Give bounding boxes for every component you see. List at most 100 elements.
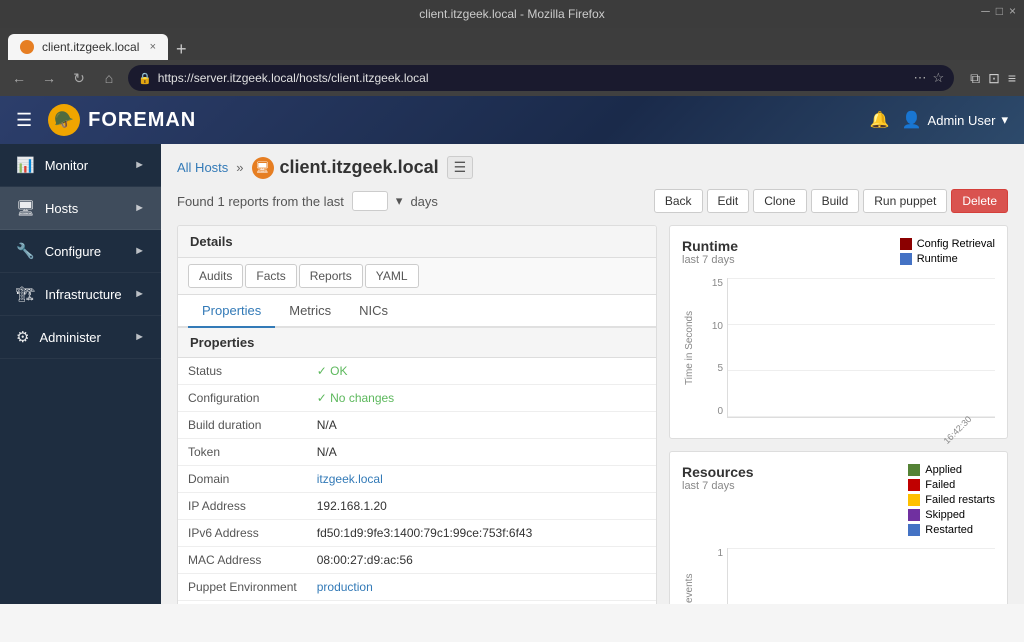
forward-button[interactable]: → [38, 67, 60, 89]
gridline-10 [728, 324, 995, 325]
failed-label: Failed [925, 479, 955, 491]
runtime-chart-header: Runtime last 7 days Config Retrieval [682, 238, 995, 266]
host-badge: 🖥 client.itzgeek.local [252, 157, 439, 179]
kebab-menu-button[interactable]: ☰ [447, 156, 474, 179]
metrics-sub-tab[interactable]: Metrics [275, 295, 345, 328]
resources-chart-title: Resources [682, 464, 754, 480]
restarted-color [908, 524, 920, 536]
prop-value[interactable]: itzgeek.local [307, 466, 656, 493]
app-name: FOREMAN [88, 109, 196, 132]
prop-key: MAC Address [178, 547, 307, 574]
extensions-icon[interactable]: ⧉ [970, 70, 980, 87]
runtime-chart-area-wrapper: Time in Seconds 15 10 5 0 [682, 270, 995, 426]
active-browser-tab[interactable]: client.itzgeek.local × [8, 34, 168, 60]
prop-key: IP Address [178, 493, 307, 520]
status-ok-icon: ✓ [317, 364, 327, 378]
infrastructure-icon: 🏗 [16, 285, 35, 303]
sidebar-item-administer[interactable]: ⚙ Administer ► [0, 316, 161, 359]
sidebar-item-hosts[interactable]: 🖥 Hosts ► [0, 187, 161, 230]
close-window-icon[interactable]: × [1009, 4, 1016, 18]
bookmark-icon[interactable]: ☆ [932, 70, 944, 86]
yaml-tab[interactable]: YAML [365, 264, 419, 288]
fullscreen-icon[interactable]: ⊡ [988, 70, 1000, 87]
resources-y-axis-labels: 1 [698, 548, 723, 604]
runtime-chart-title-group: Runtime last 7 days [682, 238, 738, 266]
runtime-x-axis-label: 16:42:30 [942, 414, 974, 446]
runtime-chart-title: Runtime [682, 238, 738, 254]
days-input[interactable]: 1 [352, 191, 388, 211]
clone-button[interactable]: Clone [753, 189, 806, 213]
host-name: client.itzgeek.local [280, 157, 439, 178]
facts-tab[interactable]: Facts [245, 264, 296, 288]
prop-value[interactable]: production [307, 574, 656, 601]
prop-value[interactable]: x86_64 [307, 601, 656, 605]
failed-restarts-label: Failed restarts [925, 494, 995, 506]
lock-icon: 🔒 [138, 72, 152, 85]
details-header: Details [178, 226, 656, 258]
resources-chart-container: 1 [697, 540, 995, 604]
res-y-label-1: 1 [698, 548, 723, 559]
runtime-chart-subtitle: last 7 days [682, 254, 738, 266]
skipped-color [908, 509, 920, 521]
user-menu[interactable]: 👤 Admin User ▾ [902, 110, 1008, 130]
app-logo-icon: 🪖 [48, 104, 80, 136]
delete-button[interactable]: Delete [951, 189, 1008, 213]
minimize-icon[interactable]: ─ [981, 4, 990, 18]
build-button[interactable]: Build [811, 189, 860, 213]
maximize-icon[interactable]: □ [996, 4, 1003, 18]
reports-tab[interactable]: Reports [299, 264, 363, 288]
runtime-chart-canvas: 15 10 5 0 [727, 278, 995, 418]
properties-sub-tab[interactable]: Properties [188, 295, 275, 328]
runtime-legend: Runtime [900, 253, 995, 265]
all-hosts-link[interactable]: All Hosts [177, 160, 228, 175]
url-text[interactable]: https://server.itzgeek.local/hosts/clien… [158, 71, 908, 85]
url-bar: ← → ↻ ⌂ 🔒 https://server.itzgeek.local/h… [0, 60, 1024, 96]
user-label: Admin User [928, 113, 996, 128]
table-row: Status✓ OK [178, 358, 656, 385]
hamburger-menu-icon[interactable]: ☰ [16, 110, 32, 131]
refresh-button[interactable]: ↻ [68, 67, 90, 89]
breadcrumb-separator: » [236, 160, 243, 175]
runtime-label: Runtime [917, 253, 958, 265]
sub-tabs: Properties Metrics NICs [178, 295, 656, 328]
resources-gridlines [728, 548, 995, 604]
sidebar-label-infrastructure: Infrastructure [45, 287, 124, 302]
applied-label: Applied [925, 464, 962, 476]
failed-legend: Failed [908, 479, 995, 491]
prop-value: ✓ OK [307, 358, 656, 385]
edit-button[interactable]: Edit [707, 189, 750, 213]
header-right: 🔔 👤 Admin User ▾ [870, 110, 1008, 130]
resources-chart-box: Resources last 7 days Applied [669, 451, 1008, 604]
y-label-0: 0 [698, 406, 723, 417]
audits-tab[interactable]: Audits [188, 264, 243, 288]
details-tab-nav: Audits Facts Reports YAML [178, 258, 656, 295]
table-row: IP Address192.168.1.20 [178, 493, 656, 520]
details-box: Details Audits Facts Reports YAML Proper… [177, 225, 657, 604]
sidebar-item-configure[interactable]: 🔧 Configure ► [0, 230, 161, 273]
back-action-button[interactable]: Back [654, 189, 703, 213]
run-puppet-button[interactable]: Run puppet [863, 189, 947, 213]
new-tab-button[interactable]: + [168, 39, 195, 60]
menu-icon[interactable]: ≡ [1008, 70, 1016, 87]
restarted-legend: Restarted [908, 524, 995, 536]
runtime-color [900, 253, 912, 265]
url-menu-icon[interactable]: ⋯ [913, 70, 926, 86]
notification-icon[interactable]: 🔔 [870, 110, 890, 130]
sidebar-arrow-infrastructure: ► [134, 288, 145, 300]
y-label-5: 5 [698, 363, 723, 374]
chart-gridlines [728, 278, 995, 417]
app-header: ☰ 🪖 FOREMAN 🔔 👤 Admin User ▾ [0, 96, 1024, 144]
nics-sub-tab[interactable]: NICs [345, 295, 402, 328]
home-button[interactable]: ⌂ [98, 67, 120, 89]
resources-chart-header: Resources last 7 days Applied [682, 464, 995, 536]
sidebar-item-monitor[interactable]: 📊 Monitor ► [0, 144, 161, 187]
table-row: Architecturex86_64 [178, 601, 656, 605]
left-panel: Details Audits Facts Reports YAML Proper… [177, 225, 657, 604]
sidebar-item-infrastructure[interactable]: 🏗 Infrastructure ► [0, 273, 161, 316]
back-button[interactable]: ← [8, 67, 30, 89]
prop-value: 08:00:27:d9:ac:56 [307, 547, 656, 574]
sidebar-arrow-administer: ► [134, 331, 145, 343]
app-body: 📊 Monitor ► 🖥 Hosts ► 🔧 Configure ► 🏗 In… [0, 144, 1024, 604]
days-dropdown-icon[interactable]: ▾ [396, 193, 403, 209]
tab-close-button[interactable]: × [150, 41, 156, 53]
